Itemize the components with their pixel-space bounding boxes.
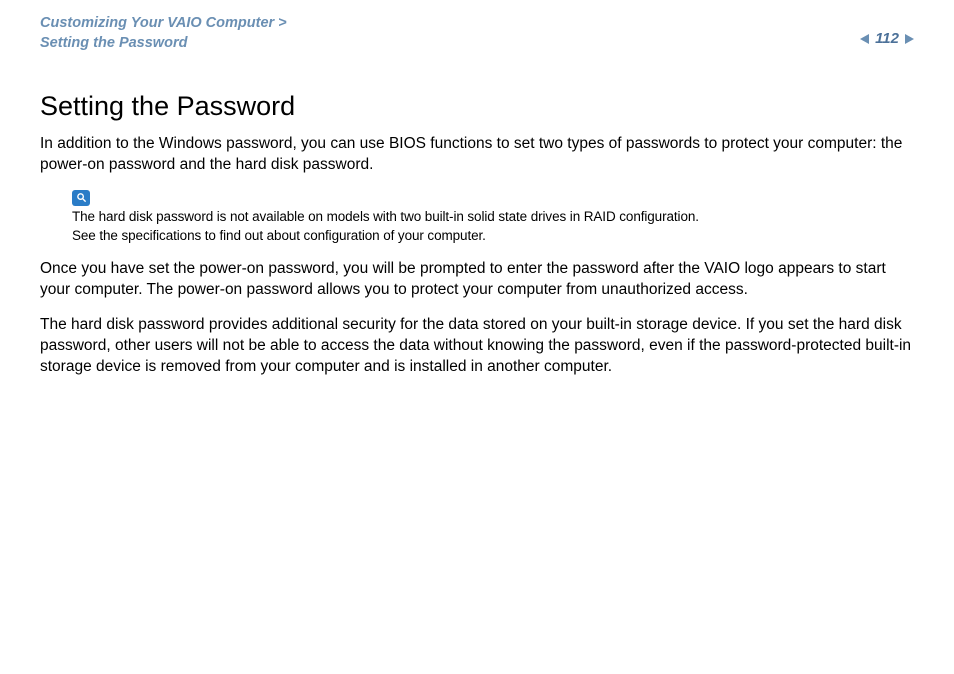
paragraph-3: The hard disk password provides addition… [40, 315, 914, 378]
note-line1: The hard disk password is not available … [72, 208, 914, 226]
note-line2: See the specifications to find out about… [72, 227, 914, 245]
note-block: The hard disk password is not available … [72, 190, 914, 245]
breadcrumb-line2: Setting the Password [40, 34, 287, 54]
paragraph-2: Once you have set the power-on password,… [40, 259, 914, 301]
page-number: 112 [875, 30, 899, 47]
page-title: Setting the Password [40, 91, 914, 122]
page-content: Setting the Password In addition to the … [0, 61, 954, 377]
next-page-arrow-icon[interactable] [905, 34, 914, 44]
magnifier-icon [72, 190, 90, 206]
intro-paragraph: In addition to the Windows password, you… [40, 134, 914, 176]
page-header: Customizing Your VAIO Computer > Setting… [0, 0, 954, 61]
breadcrumb-line1: Customizing Your VAIO Computer > [40, 14, 287, 34]
breadcrumb: Customizing Your VAIO Computer > Setting… [40, 14, 287, 53]
prev-page-arrow-icon[interactable] [860, 34, 869, 44]
page-navigator: 112 [860, 14, 914, 47]
